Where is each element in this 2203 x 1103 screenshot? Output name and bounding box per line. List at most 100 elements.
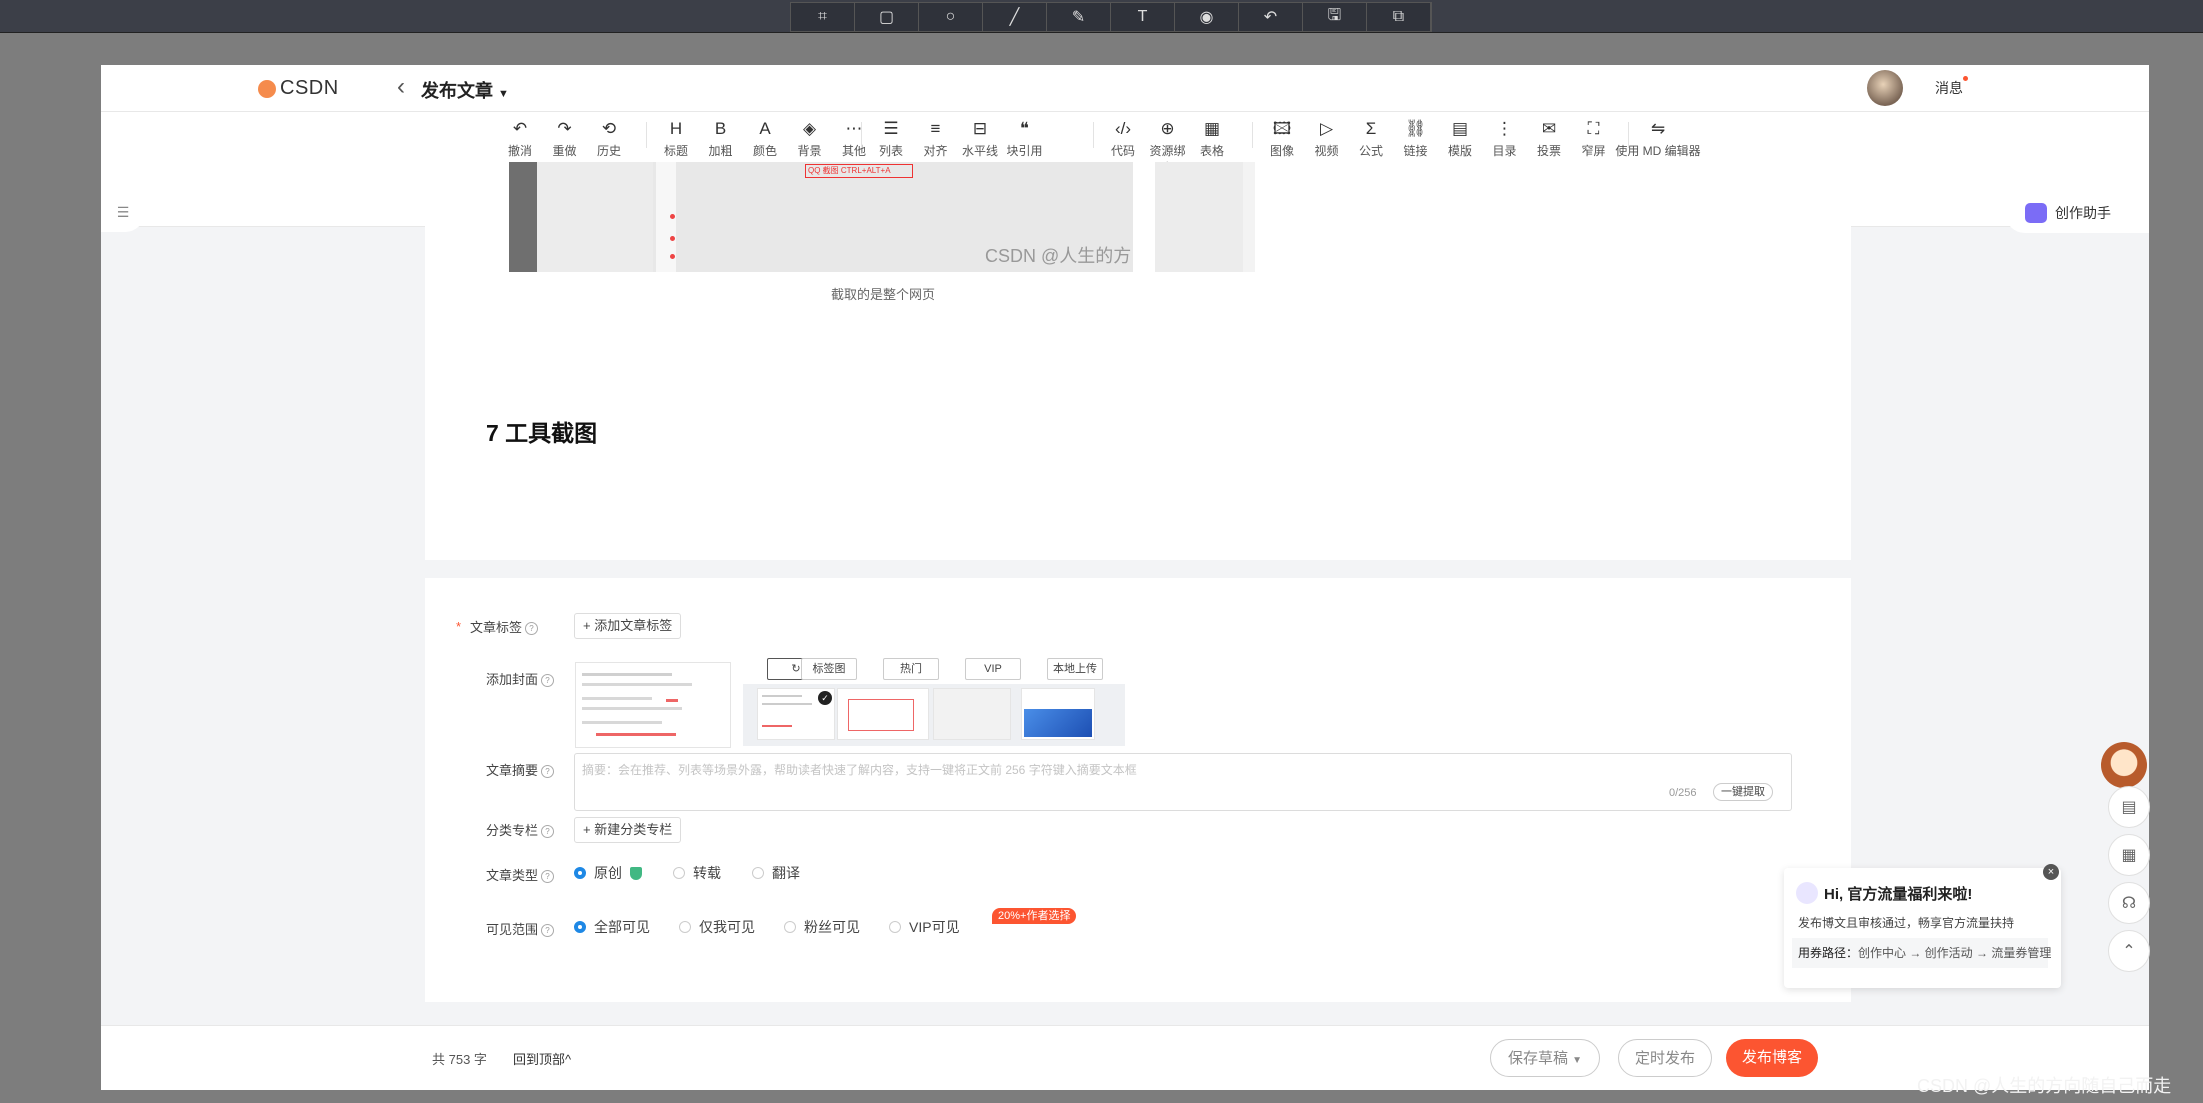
toolbar-3-2-button[interactable]: ▦ 表格	[1190, 116, 1234, 159]
cover-tab-2[interactable]: 热门	[883, 658, 939, 680]
qrcode-icon[interactable]: ▦	[2108, 834, 2150, 876]
help-icon[interactable]: ?	[541, 870, 555, 884]
toolbar-tool-icon: A	[759, 119, 771, 138]
crop-icon[interactable]: ⌗	[791, 3, 855, 31]
gift-icon	[1796, 882, 1818, 904]
section-heading: 7 工具截图	[486, 420, 598, 446]
cover-option-2[interactable]	[837, 688, 929, 740]
toolbar-4-1-button[interactable]: ▷ 视频	[1305, 116, 1349, 159]
type-translate-radio[interactable]: 翻译	[752, 863, 800, 883]
toolbar-0-2-button[interactable]: ⟲ 历史	[587, 116, 631, 159]
cover-option-4[interactable]	[1021, 688, 1095, 740]
toolbar-tool-icon: ❝	[1019, 119, 1030, 138]
publish-button[interactable]: 发布博客	[1726, 1039, 1818, 1077]
cover-preview[interactable]	[575, 662, 731, 748]
close-icon[interactable]: ×	[2043, 864, 2059, 880]
outline-toggle-button[interactable]: ☰	[101, 192, 145, 232]
cover-options: ↻ 标签图 热门 VIP 本地上传 ✓	[743, 658, 1125, 746]
toolbar-tool-label: 模版	[1447, 144, 1472, 158]
creation-assistant-button[interactable]: 创作助手	[2005, 193, 2149, 233]
mascot-avatar[interactable]	[2101, 742, 2147, 788]
page-title[interactable]: 发布文章 ▼	[421, 77, 509, 103]
toolbar-4-4-button[interactable]: ▤ 模版	[1438, 116, 1482, 159]
avatar[interactable]	[1867, 70, 1903, 106]
cover-tab-3[interactable]: VIP	[965, 658, 1021, 680]
toolbar-0-1-button[interactable]: ↷ 重做	[543, 116, 587, 159]
fill-icon[interactable]: ◉	[1175, 3, 1239, 31]
toolbar-0-0-button[interactable]: ↶ 撤消	[498, 116, 542, 159]
back-to-top-link[interactable]: 回到顶部^	[513, 1049, 571, 1068]
line-icon[interactable]: ╱	[983, 3, 1047, 31]
toolbar-tool-icon: ↷	[557, 119, 572, 138]
promo-path[interactable]: 用券路径：创作中心 → 创作活动 → 流量券管理	[1792, 938, 2051, 968]
toolbar-4-6-button[interactable]: ✉ 投票	[1527, 116, 1571, 159]
cover-option-3[interactable]	[933, 688, 1011, 740]
toolbar-tool-label: 公式	[1358, 144, 1383, 158]
extract-button[interactable]: 一键提取	[1713, 783, 1773, 801]
robot-icon	[2025, 203, 2047, 223]
toolbar-2-2-button[interactable]: ⊟ 水平线	[958, 116, 1002, 159]
cover-tab-4[interactable]: 本地上传	[1047, 658, 1103, 680]
new-column-button[interactable]: + 新建分类专栏	[574, 817, 682, 843]
toolbar-1-2-button[interactable]: A 颜色	[743, 116, 787, 159]
visibility-all-radio[interactable]: 全部可见	[574, 917, 650, 937]
cover-label: 添加封面?	[486, 669, 555, 688]
headset-icon[interactable]: ☊	[2108, 882, 2150, 924]
add-tag-button[interactable]: + 添加文章标签	[574, 613, 682, 639]
toolbar-tool-label: 水平线	[961, 144, 998, 158]
save-icon[interactable]: 🖫	[1303, 3, 1367, 31]
editor-window: CSDN ‹ 发布文章 ▼ 消息 ↶ 撤消 ↷ 重做 ⟲ 历史 H 标题 B 加粗 A 颜色 ◈ 背景 ⋯ 其…	[101, 65, 2149, 1090]
toolbar-5-0-button[interactable]: ⇋ 使用 MD 编辑器	[1608, 116, 1708, 159]
text-icon[interactable]: T	[1111, 3, 1175, 31]
image-panel-right	[1155, 162, 1243, 272]
toolbar-2-1-button[interactable]: ≡ 对齐	[914, 116, 958, 159]
summary-textarea[interactable]: 摘要：会在推荐、列表等场景外露，帮助读者快速了解内容，支持一键将正文前 256 …	[574, 753, 1792, 811]
visibility-fans-radio[interactable]: 粉丝可见	[784, 917, 860, 937]
messages-link[interactable]: 消息	[1935, 76, 1968, 98]
toolbar-tool-label: 列表	[878, 144, 903, 158]
cover-tabs: ↻ 标签图 热门 VIP 本地上传	[743, 658, 1125, 680]
ellipse-icon[interactable]: ○	[919, 3, 983, 31]
coupon-icon[interactable]: ▤	[2108, 786, 2150, 828]
type-original-radio[interactable]: 原创	[574, 863, 642, 883]
toolbar-1-0-button[interactable]: H 标题	[654, 116, 698, 159]
publish-settings: * 文章标签? + 添加文章标签 添加封面? ↻标签图热门VIP本地上传	[425, 578, 1851, 1002]
cover-option-1[interactable]: ✓	[757, 688, 835, 740]
back-icon[interactable]: ‹	[397, 73, 405, 101]
visibility-self-radio[interactable]: 仅我可见	[679, 917, 755, 937]
help-icon[interactable]: ?	[541, 924, 555, 938]
image-panel-left	[537, 162, 653, 272]
copy-icon[interactable]: ⧉	[1367, 3, 1431, 31]
toolbar-tool-icon: Σ	[1365, 119, 1377, 138]
type-repost-radio[interactable]: 转载	[673, 863, 721, 883]
help-icon[interactable]: ?	[541, 674, 555, 688]
toolbar-tool-icon: ⛓	[1404, 119, 1427, 138]
toolbar-4-5-button[interactable]: ⋮ 目录	[1483, 116, 1527, 159]
promo-popup: × Hi, 官方流量福利来啦! 发布博文且审核通过，畅享官方流量扶持 用券路径：…	[1784, 864, 2061, 988]
undo-icon[interactable]: ↶	[1239, 3, 1303, 31]
back-to-top-icon[interactable]: ⌃	[2108, 930, 2150, 972]
image-caption: 截取的是整个网页	[831, 287, 936, 302]
toolbar-4-0-button[interactable]: 🖾 图像	[1260, 116, 1304, 159]
toolbar-2-0-button[interactable]: ☰ 列表	[869, 116, 913, 159]
cover-tab-1[interactable]: 标签图	[801, 658, 857, 680]
toolbar-1-1-button[interactable]: B 加粗	[699, 116, 743, 159]
toolbar-1-3-button[interactable]: ◈ 背景	[788, 116, 832, 159]
toolbar-4-2-button[interactable]: Σ 公式	[1349, 116, 1393, 159]
save-draft-button[interactable]: 保存草稿 ▼	[1490, 1039, 1600, 1077]
notification-dot	[1963, 76, 1968, 81]
csdn-logo[interactable]: CSDN	[258, 77, 339, 100]
radio-dot	[889, 921, 901, 933]
rectangle-icon[interactable]: ▢	[855, 3, 919, 31]
help-icon[interactable]: ?	[541, 825, 555, 839]
help-icon[interactable]: ?	[541, 765, 555, 779]
toolbar-3-0-button[interactable]: ‹/› 代码	[1101, 116, 1145, 159]
toolbar-tool-icon: ⊕	[1160, 119, 1175, 138]
pen-icon[interactable]: ✎	[1047, 3, 1111, 31]
toolbar-4-3-button[interactable]: ⛓ 链接	[1394, 116, 1438, 159]
schedule-publish-button[interactable]: 定时发布	[1618, 1039, 1712, 1077]
article-content[interactable]: QQ 截图 CTRL+ALT+A CSDN @人生的方向随自己而走 截取的是整个…	[425, 162, 1851, 560]
visibility-vip-radio[interactable]: VIP可见	[889, 917, 960, 937]
help-icon[interactable]: ?	[525, 622, 539, 636]
toolbar-2-3-button[interactable]: ❝ 块引用	[1003, 116, 1047, 159]
